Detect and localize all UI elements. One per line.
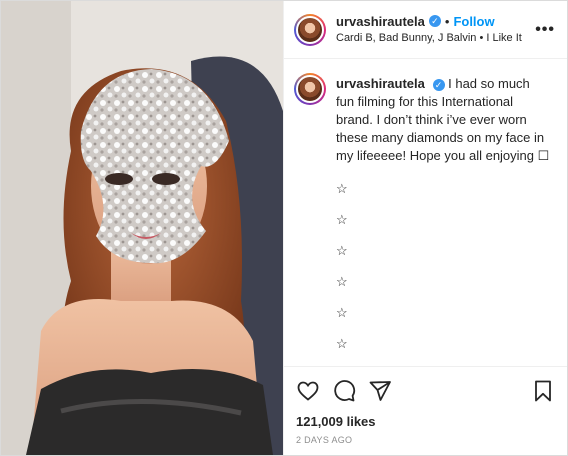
caption-star-lines: ☆ ☆ ☆ ☆ ☆ ☆ ☆ bbox=[336, 173, 551, 366]
caption: urvashirautela ✓ I had so much fun filmi… bbox=[294, 73, 551, 165]
photo-illustration bbox=[1, 1, 283, 455]
avatar[interactable] bbox=[294, 13, 326, 46]
verified-badge-icon: ✓ bbox=[428, 15, 441, 27]
separator-dot: • bbox=[444, 13, 450, 29]
share-icon[interactable] bbox=[366, 377, 394, 405]
follow-button[interactable]: Follow bbox=[453, 13, 494, 30]
timestamp[interactable]: 2 DAYS AGO bbox=[284, 429, 567, 455]
caption-username-link[interactable]: urvashirautela bbox=[336, 76, 425, 91]
action-bar bbox=[284, 366, 567, 414]
comment-icon[interactable] bbox=[330, 377, 358, 405]
post-sidebar: urvashirautela ✓ • Follow Cardi B, Bad B… bbox=[283, 1, 567, 455]
more-options-icon[interactable]: ••• bbox=[535, 21, 555, 39]
star-line: ☆ bbox=[336, 212, 348, 227]
star-line: ☆ bbox=[336, 243, 348, 258]
instagram-post: urvashirautela ✓ • Follow Cardi B, Bad B… bbox=[0, 0, 568, 456]
caption-avatar[interactable] bbox=[294, 73, 326, 105]
star-line: ☆ bbox=[336, 336, 348, 351]
header-info: urvashirautela ✓ • Follow Cardi B, Bad B… bbox=[336, 13, 535, 47]
post-photo[interactable] bbox=[1, 1, 283, 455]
audio-attribution-link[interactable]: Cardi B, Bad Bunny, J Balvin • I Like It bbox=[336, 30, 535, 47]
star-line: ☆ bbox=[336, 359, 551, 366]
post-header: urvashirautela ✓ • Follow Cardi B, Bad B… bbox=[284, 1, 567, 59]
star-line: ☆ bbox=[336, 181, 348, 196]
heart-icon[interactable] bbox=[294, 377, 322, 405]
comments-area: urvashirautela ✓ I had so much fun filmi… bbox=[284, 59, 567, 366]
bookmark-icon[interactable] bbox=[529, 377, 557, 405]
likes-count[interactable]: 121,009 likes bbox=[284, 414, 567, 429]
star-line: ☆ bbox=[336, 305, 348, 320]
verified-badge-icon: ✓ bbox=[432, 79, 445, 91]
caption-text-block: urvashirautela ✓ I had so much fun filmi… bbox=[336, 75, 551, 165]
username-link[interactable]: urvashirautela bbox=[336, 13, 425, 30]
star-line: ☆ bbox=[336, 274, 348, 289]
